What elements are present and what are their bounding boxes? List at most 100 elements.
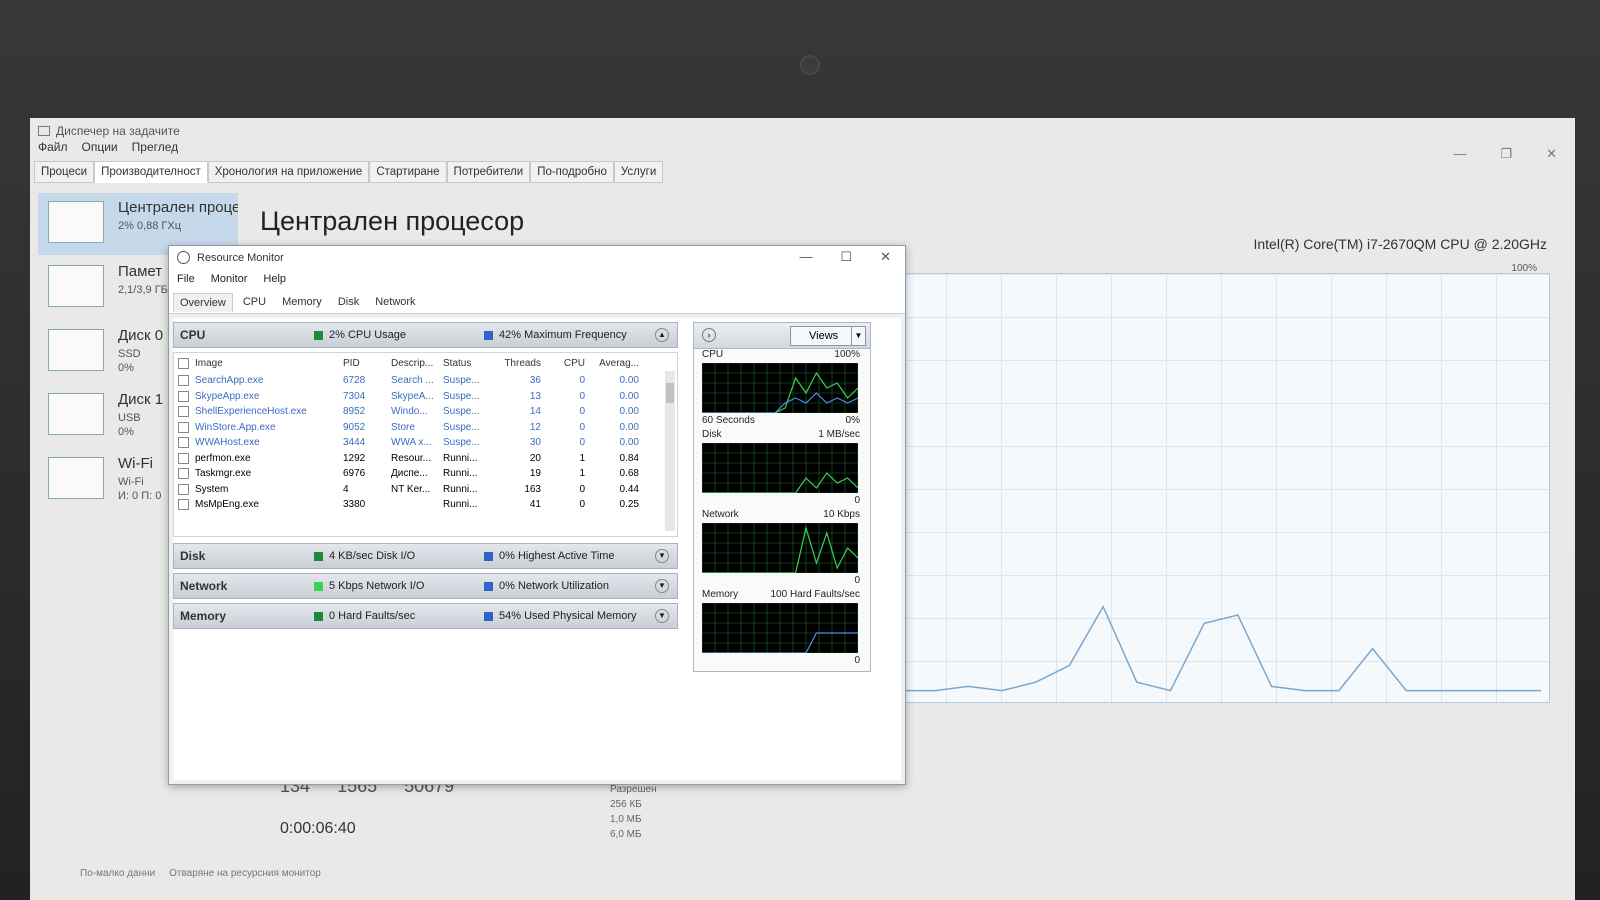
- table-row[interactable]: WinStore.App.exe 9052 Store Suspe... 12 0 0.00: [174, 420, 677, 436]
- menu-options[interactable]: Опции: [82, 140, 118, 154]
- col-image[interactable]: Image: [195, 358, 343, 369]
- disk-usage: 0%: [118, 362, 134, 374]
- col-threads[interactable]: Threads: [499, 358, 553, 369]
- row-checkbox[interactable]: [178, 499, 189, 511]
- proc-average: 0.00: [619, 421, 639, 433]
- cpu-details: Разрешен 256 КБ 1,0 МБ 6,0 МБ: [610, 782, 657, 842]
- row-checkbox[interactable]: [178, 483, 189, 495]
- table-row[interactable]: System 4 NT Ker... Runni... 163 0 0.44: [174, 482, 677, 498]
- sidebar-item-label: Централен проце: [118, 199, 238, 216]
- proc-description: Search ...: [391, 375, 434, 387]
- fewer-details-link[interactable]: По-малко данни: [80, 868, 155, 879]
- resource-monitor-window: Resource Monitor — ☐ ✕ File Monitor Help…: [168, 245, 906, 785]
- proc-threads: 20: [529, 452, 541, 464]
- tab-users[interactable]: Потребители: [446, 161, 531, 183]
- metric-text: 0% Network Utilization: [499, 580, 610, 592]
- blue-square-icon: [484, 330, 493, 340]
- table-row[interactable]: SearchApp.exe 6728 Search ... Suspe... 36 0 0.…: [174, 373, 677, 389]
- proc-image: Taskmgr.exe: [195, 468, 252, 480]
- minimize-icon[interactable]: —: [799, 249, 812, 265]
- proc-pid: 1292: [343, 452, 366, 464]
- row-checkbox[interactable]: [178, 375, 189, 387]
- proc-average: 0.00: [619, 406, 639, 418]
- resource-monitor-icon: [177, 251, 190, 264]
- chevron-down-icon[interactable]: ▼: [655, 609, 669, 623]
- close-icon[interactable]: ✕: [880, 249, 891, 265]
- chevron-down-icon[interactable]: ▼: [655, 579, 669, 593]
- proc-status: Runni...: [443, 483, 478, 495]
- menu-help[interactable]: Help: [263, 273, 286, 289]
- table-scrollbar[interactable]: [665, 371, 675, 531]
- proc-cpu: 0: [579, 499, 585, 511]
- col-description[interactable]: Descrip...: [391, 358, 443, 369]
- metric-text: 2% CPU Usage: [329, 329, 407, 341]
- row-checkbox[interactable]: [178, 421, 189, 433]
- tab-disk[interactable]: Disk: [332, 293, 365, 312]
- proc-cpu: 0: [579, 406, 585, 418]
- col-average[interactable]: Averag...: [591, 358, 639, 369]
- tab-processes[interactable]: Процеси: [34, 161, 95, 183]
- select-all-checkbox[interactable]: [178, 357, 189, 369]
- proc-average: 0.00: [619, 375, 639, 387]
- menu-view[interactable]: Преглед: [132, 140, 179, 154]
- row-checkbox[interactable]: [178, 468, 189, 480]
- page-title: Централен процесор: [260, 206, 525, 236]
- section-header-cpu[interactable]: CPU 2% CPU Usage 42% Maximum Frequency ▲: [173, 322, 678, 348]
- table-row[interactable]: perfmon.exe 1292 Resour... Runni... 20 1 0.84: [174, 451, 677, 467]
- section-header-network[interactable]: Network 5 Kbps Network I/O 0% Network Ut…: [173, 573, 678, 599]
- row-checkbox[interactable]: [178, 437, 189, 449]
- tab-services[interactable]: Услуги: [613, 161, 664, 183]
- proc-status: Suspe...: [443, 437, 480, 449]
- col-cpu[interactable]: CPU: [553, 358, 591, 369]
- tab-performance[interactable]: Производителност: [94, 161, 208, 183]
- row-checkbox[interactable]: [178, 406, 189, 418]
- tab-memory[interactable]: Memory: [276, 293, 328, 312]
- chevron-down-icon[interactable]: ▼: [655, 549, 669, 563]
- close-icon[interactable]: ✕: [1546, 146, 1557, 162]
- proc-pid: 9052: [343, 421, 366, 433]
- row-checkbox[interactable]: [178, 390, 189, 402]
- metric-text: 42% Maximum Frequency: [499, 329, 627, 341]
- table-row[interactable]: MsMpEng.exe 3380 Runni... 41 0 0.25: [174, 497, 677, 513]
- table-row[interactable]: ShellExperienceHost.exe 8952 Windo... Suspe…: [174, 404, 677, 420]
- views-dropdown[interactable]: Views ▼: [790, 326, 866, 346]
- proc-status: Runni...: [443, 452, 478, 464]
- minimize-icon[interactable]: —: [1453, 146, 1466, 162]
- maximize-icon[interactable]: ☐: [840, 249, 852, 265]
- chevron-up-icon[interactable]: ▲: [655, 328, 669, 342]
- menu-file[interactable]: Файл: [38, 140, 68, 154]
- menu-file[interactable]: File: [177, 273, 195, 289]
- section-header-memory[interactable]: Memory 0 Hard Faults/sec 54% Used Physic…: [173, 603, 678, 629]
- open-resource-monitor-link[interactable]: Отваряне на ресурсния монитор: [169, 868, 321, 879]
- chevron-down-icon[interactable]: ▼: [851, 327, 865, 345]
- proc-threads: 14: [529, 406, 541, 418]
- col-pid[interactable]: PID: [343, 358, 391, 369]
- memory-mini-graph: [702, 603, 858, 653]
- tab-cpu[interactable]: CPU: [237, 293, 272, 312]
- proc-cpu: 1: [579, 468, 585, 480]
- memory-thumbnail-graph: [48, 265, 104, 307]
- proc-description: Resour...: [391, 452, 432, 464]
- l1-cache-value: 256 КБ: [610, 799, 642, 810]
- proc-image: MsMpEng.exe: [195, 499, 259, 511]
- restore-icon[interactable]: ❐: [1500, 146, 1512, 162]
- tab-network[interactable]: Network: [369, 293, 421, 312]
- section-name: Memory: [180, 609, 227, 623]
- section-header-disk[interactable]: Disk 4 KB/sec Disk I/O 0% Highest Active…: [173, 543, 678, 569]
- row-checkbox[interactable]: [178, 452, 189, 464]
- tab-details[interactable]: По-подробно: [530, 161, 614, 183]
- task-manager-menu: Файл Опции Преглед: [38, 140, 178, 154]
- chevron-right-icon[interactable]: ›: [702, 328, 716, 342]
- tab-overview[interactable]: Overview: [173, 293, 233, 312]
- table-row[interactable]: WWAHost.exe 3444 WWA x... Suspe... 30 0 0.00: [174, 435, 677, 451]
- scrollbar-thumb[interactable]: [666, 383, 674, 403]
- table-row[interactable]: Taskmgr.exe 6976 Диспе... Runni... 19 1 0.68: [174, 466, 677, 482]
- menu-monitor[interactable]: Monitor: [211, 273, 248, 289]
- table-row[interactable]: SkypeApp.exe 7304 SkypeA... Suspe... 13 0 0.00: [174, 389, 677, 405]
- tab-startup[interactable]: Стартиране: [369, 161, 447, 183]
- tab-app-history[interactable]: Хронология на приложение: [207, 161, 370, 183]
- col-status[interactable]: Status: [443, 358, 499, 369]
- proc-pid: 8952: [343, 406, 366, 418]
- proc-pid: 6728: [343, 375, 366, 387]
- metric-text: 0% Highest Active Time: [499, 550, 615, 562]
